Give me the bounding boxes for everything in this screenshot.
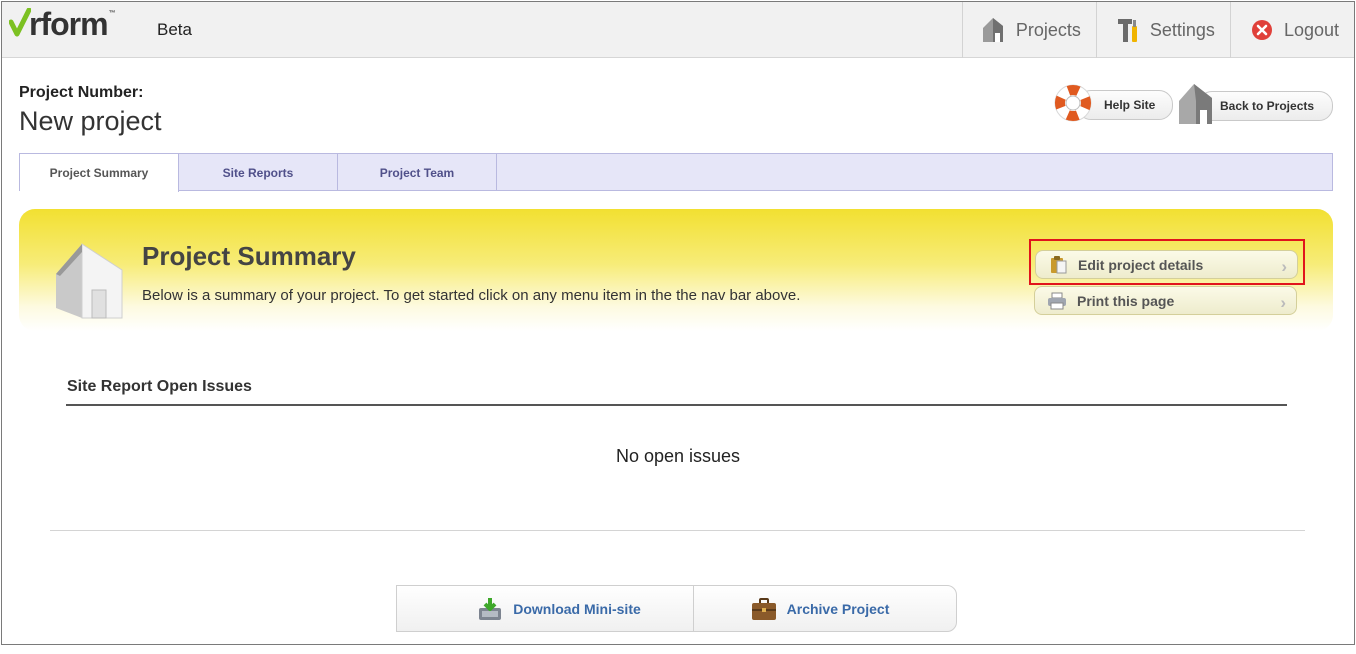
lifebuoy-icon[interactable] [1051, 81, 1095, 125]
nav-projects[interactable]: Projects [961, 2, 1096, 58]
no-issues-message: No open issues [615, 446, 741, 466]
app-frame: rform ™ Beta Projects Settings Logout Pr… [1, 1, 1355, 645]
summary-description: Below is a summary of your project. To g… [142, 287, 801, 304]
tools-icon [1114, 15, 1142, 45]
project-tabs: Project Summary Site Reports Project Tea… [19, 153, 1333, 192]
divider [66, 404, 1287, 406]
archive-project-button[interactable]: Archive Project [694, 586, 956, 631]
nav-logout[interactable]: Logout [1229, 2, 1354, 58]
briefcase-icon [751, 596, 777, 622]
logo[interactable]: rform ™ [8, 6, 116, 42]
top-bar: rform ™ Beta Projects Settings Logout [2, 2, 1354, 58]
print-page-label: Print this page [1077, 292, 1175, 309]
chevron-right-icon: › [1281, 257, 1287, 276]
checkmark-icon [8, 7, 32, 38]
tab-project-team[interactable]: Project Team [338, 154, 497, 191]
project-number-label: Project Number: [19, 84, 144, 101]
download-mini-site-label: Download Mini-site [513, 600, 641, 617]
house-icon [980, 15, 1008, 45]
top-nav: Projects Settings Logout [961, 2, 1354, 58]
clipboard-icon [1048, 256, 1068, 274]
nav-logout-label: Logout [1283, 19, 1339, 40]
nav-settings[interactable]: Settings [1095, 2, 1230, 58]
divider [50, 530, 1305, 531]
edit-project-details-button[interactable]: Edit project details › [1035, 250, 1298, 279]
logo-text: rform [29, 6, 109, 42]
bottom-actions: Download Mini-site Archive Project [396, 585, 957, 632]
tab-site-reports[interactable]: Site Reports [179, 154, 338, 191]
print-page-button[interactable]: Print this page › [1034, 286, 1297, 315]
summary-title: Project Summary [142, 241, 356, 271]
chevron-right-icon: › [1280, 293, 1286, 312]
download-icon [477, 596, 503, 622]
open-issues-heading: Site Report Open Issues [67, 378, 252, 395]
printer-icon [1047, 292, 1067, 310]
edit-project-details-label: Edit project details [1078, 256, 1204, 273]
download-mini-site-button[interactable]: Download Mini-site [397, 586, 694, 631]
back-to-projects-button[interactable]: Back to Projects [1198, 91, 1333, 121]
close-circle-icon [1248, 15, 1276, 45]
tab-project-summary[interactable]: Project Summary [20, 154, 179, 192]
beta-label: Beta [157, 20, 192, 39]
house-icon [52, 240, 126, 320]
house-icon[interactable] [1176, 81, 1218, 127]
help-site-label: Help Site [1104, 98, 1156, 112]
back-to-projects-label: Back to Projects [1220, 99, 1315, 113]
nav-projects-label: Projects [1015, 19, 1081, 40]
nav-settings-label: Settings [1149, 19, 1215, 40]
logo-trademark: ™ [108, 10, 116, 17]
project-name: New project [19, 106, 162, 136]
archive-project-label: Archive Project [786, 600, 890, 617]
